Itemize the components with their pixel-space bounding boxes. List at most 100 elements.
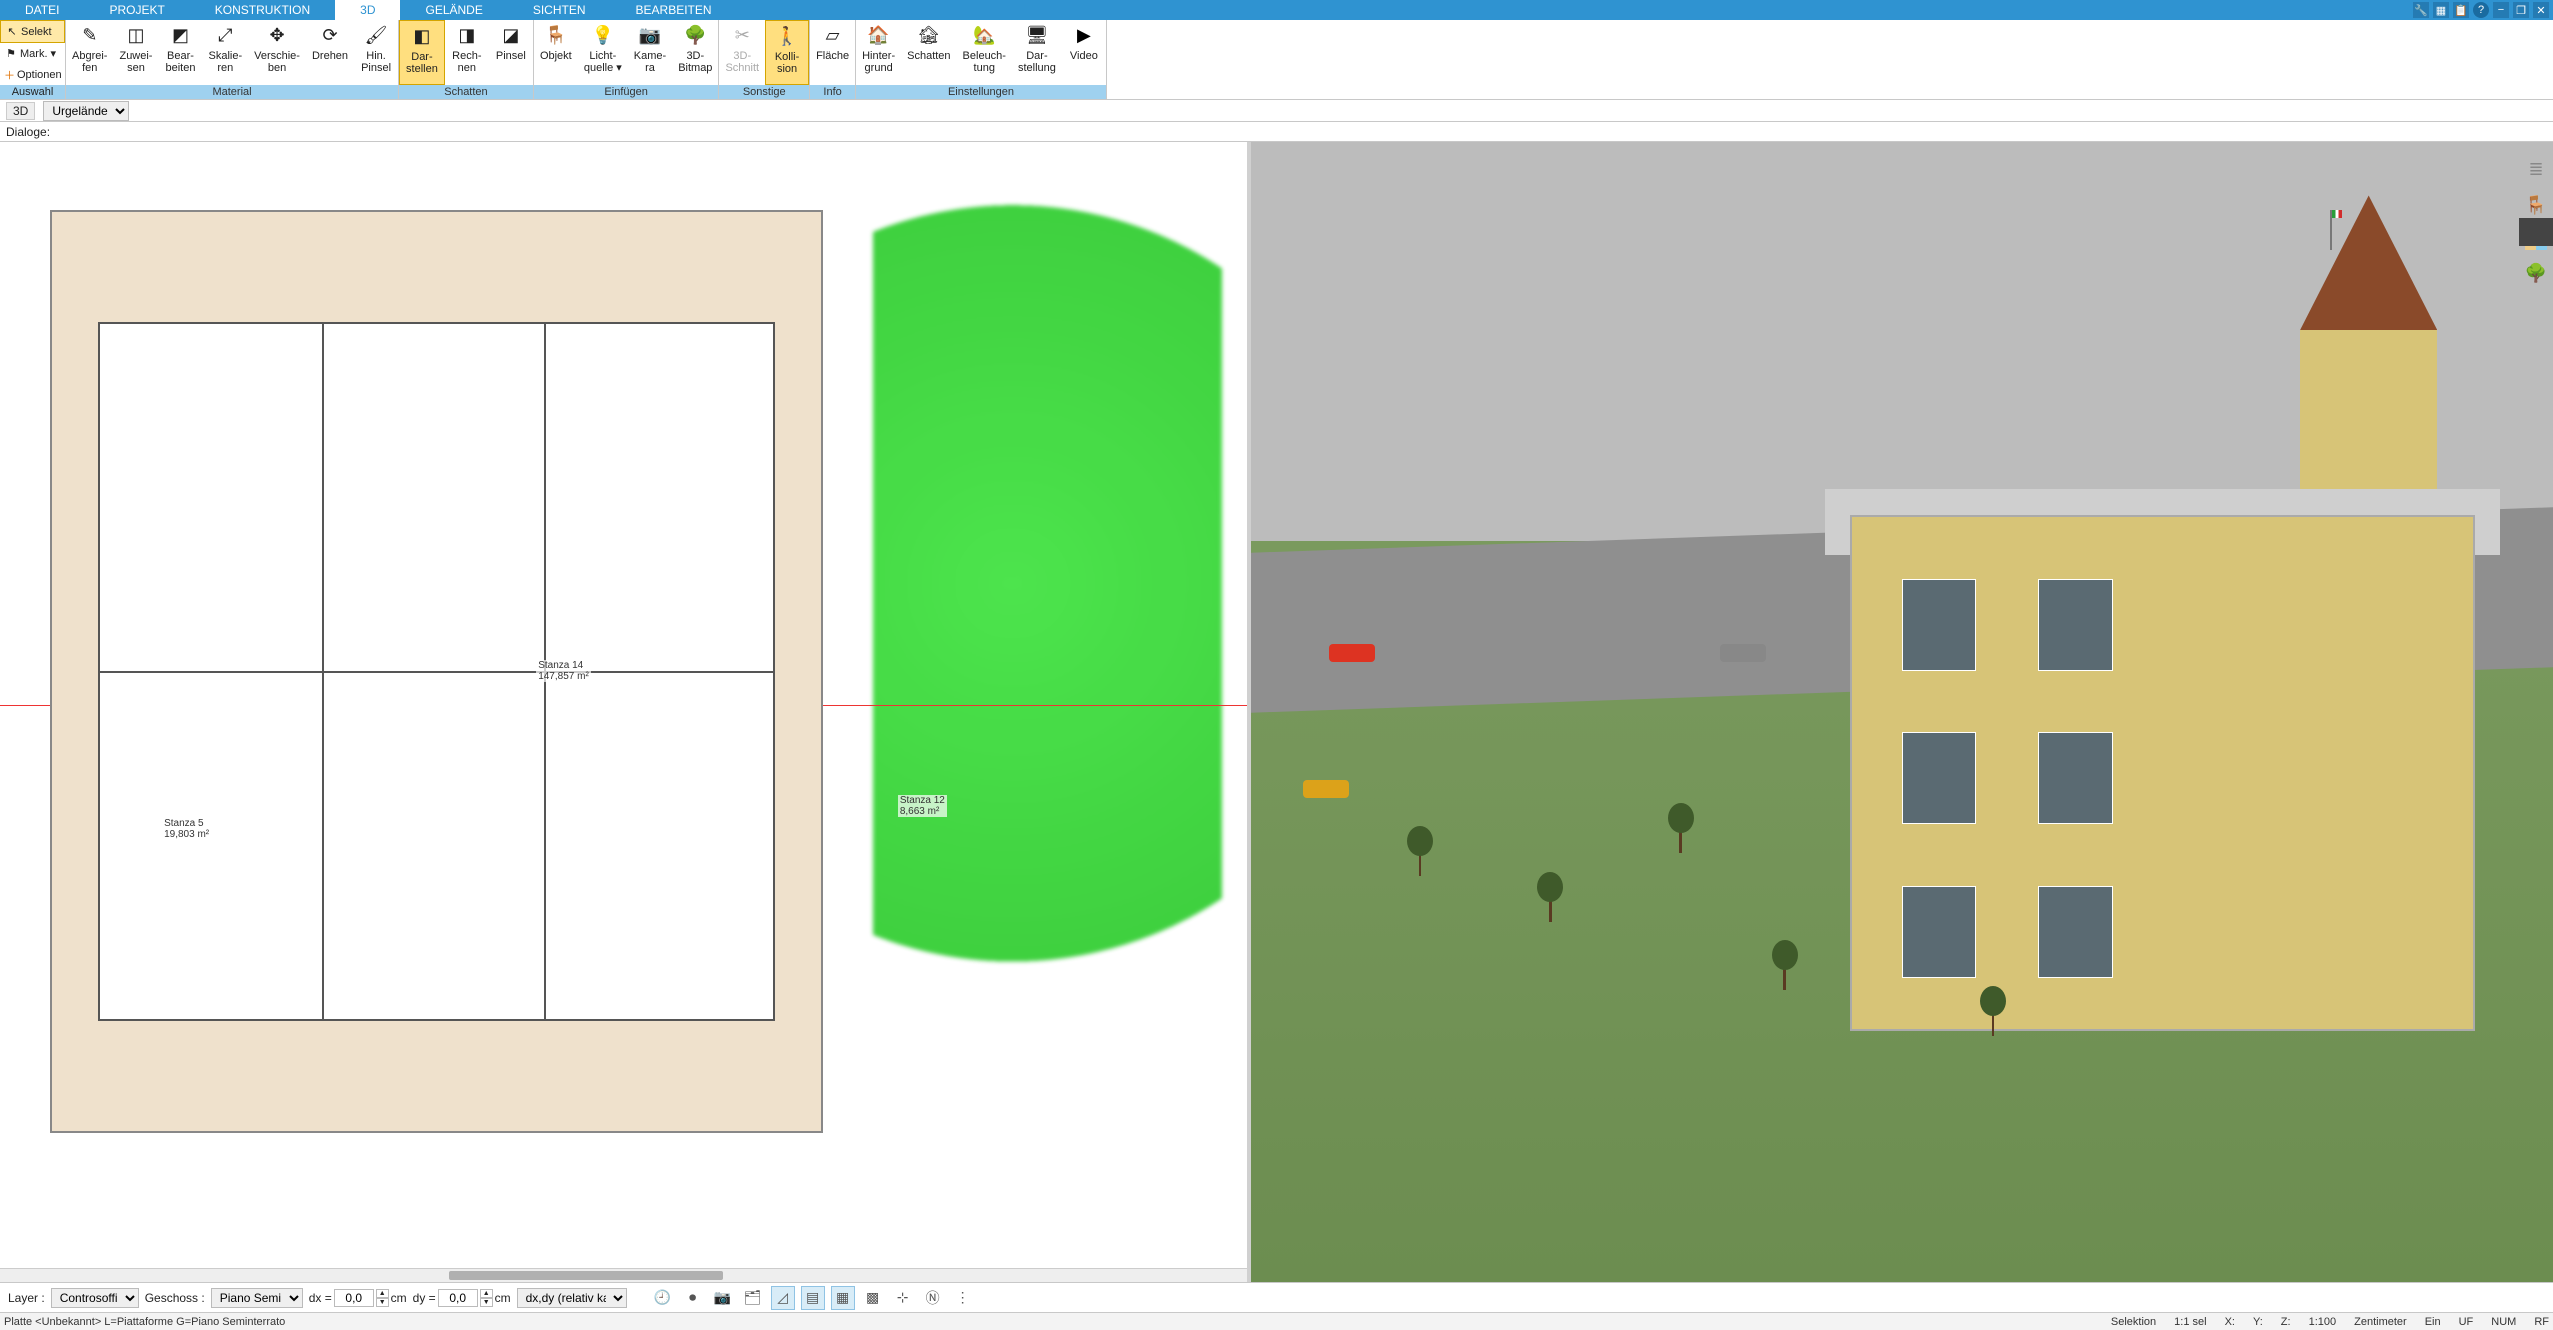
- north-icon[interactable]: Ⓝ: [921, 1286, 945, 1310]
- stack-icon[interactable]: 🗂: [741, 1286, 765, 1310]
- kollision-button[interactable]: 🚶Kolli-sion: [765, 20, 809, 85]
- dx-spin-up[interactable]: ▲: [376, 1289, 389, 1298]
- scale-icon: ⤢: [213, 24, 237, 48]
- flaeche-button[interactable]: ▱Fläche: [810, 20, 855, 85]
- menu-tab-bearbeiten[interactable]: BEARBEITEN: [611, 0, 737, 20]
- dy-spin-up[interactable]: ▲: [480, 1289, 493, 1298]
- schnitt-button[interactable]: ✂3D-Schnitt: [719, 20, 765, 85]
- record-icon[interactable]: ⏺: [681, 1286, 705, 1310]
- slope-icon[interactable]: ◿: [771, 1286, 795, 1310]
- rotate-icon: ⟳: [318, 24, 342, 48]
- grid3-icon[interactable]: ▩: [861, 1286, 885, 1310]
- floorplan-hscrollbar[interactable]: [0, 1268, 1247, 1282]
- darstellen-button[interactable]: ◧Dar-stellen: [399, 20, 445, 85]
- video-button[interactable]: ▶Video: [1062, 20, 1106, 85]
- rechnen-button[interactable]: ◨Rech-nen: [445, 20, 489, 85]
- move-icon: ✥: [265, 24, 289, 48]
- render-car-yellow: [1303, 780, 1349, 798]
- room-label-5: Stanza 5 19,803 m²: [162, 818, 211, 840]
- floorplan-pane[interactable]: Stanza 14 147,857 m² Stanza 5 19,803 m² …: [0, 142, 1251, 1282]
- render-window: [2038, 886, 2113, 978]
- terrain-select[interactable]: Urgelände: [43, 101, 129, 121]
- lichtquelle-button[interactable]: 💡Licht-quelle ▾: [578, 20, 628, 85]
- menu-tab-3d[interactable]: 3D: [335, 0, 400, 20]
- hinpinsel-button[interactable]: 🖌Hin.Pinsel: [354, 20, 398, 85]
- pinsel-button[interactable]: ◪Pinsel: [489, 20, 533, 85]
- ribbon-group-schatten: ◧Dar-stellen ◨Rech-nen ◪Pinsel Schatten: [399, 20, 534, 99]
- status-bar: Platte <Unbekannt> L=Piattaforme G=Piano…: [0, 1312, 2553, 1330]
- view-mode-chip[interactable]: 3D: [6, 102, 35, 120]
- menu-bar: DATEI PROJEKT KONSTRUKTION 3D GELÄNDE SI…: [0, 0, 2553, 20]
- render-flagpole: [2330, 210, 2332, 250]
- render-window: [1902, 579, 1977, 671]
- zuweisen-button[interactable]: ◫Zuwei-sen: [113, 20, 158, 85]
- hscroll-thumb[interactable]: [449, 1271, 723, 1280]
- ribbon-group-auswahl: ↖ Selekt ⚑ Mark. ▾ ＋ Optionen Auswahl: [0, 20, 66, 99]
- skalieren-button[interactable]: ⤢Skalie-ren: [202, 20, 248, 85]
- menu-icon[interactable]: ⋮: [951, 1286, 975, 1310]
- window-close-icon[interactable]: ✕: [2533, 2, 2549, 18]
- axes-icon[interactable]: ⊹: [891, 1286, 915, 1310]
- schatten-settings-button[interactable]: 🏚Schatten: [901, 20, 956, 85]
- plant-icon[interactable]: 🌳: [2523, 260, 2549, 286]
- drehen-button[interactable]: ⟳Drehen: [306, 20, 354, 85]
- mark-tool[interactable]: ⚑ Mark. ▾: [0, 43, 65, 64]
- geschoss-select[interactable]: Piano Semi: [211, 1288, 303, 1308]
- render-tree: [1980, 986, 2006, 1036]
- window-restore-icon[interactable]: ❐: [2513, 2, 2529, 18]
- options-tool[interactable]: ＋ Optionen: [0, 64, 65, 85]
- grid1-icon[interactable]: ▤: [801, 1286, 825, 1310]
- clock-icon[interactable]: 🕘: [651, 1286, 675, 1310]
- room-label-14: Stanza 14 147,857 m²: [536, 660, 591, 682]
- abgreifen-button[interactable]: ✎Abgrei-fen: [66, 20, 113, 85]
- dy-input[interactable]: [438, 1289, 478, 1307]
- house-light-icon: 🏡: [972, 24, 996, 48]
- coord-mode-select[interactable]: dx,dy (relativ ka: [517, 1288, 627, 1308]
- menu-tab-gelaende[interactable]: GELÄNDE: [400, 0, 507, 20]
- wrench-icon[interactable]: 🔧: [2413, 2, 2429, 18]
- play-icon: ▶: [1072, 24, 1096, 48]
- plan-building-outline: [50, 210, 823, 1133]
- group-label-sonstige: Sonstige: [719, 85, 809, 99]
- select-tool[interactable]: ↖ Selekt: [0, 20, 65, 43]
- window-minimize-icon[interactable]: −: [2493, 2, 2509, 18]
- bottom-toolbar: Layer : Controsoffi Geschoss : Piano Sem…: [0, 1282, 2553, 1312]
- furniture-icon[interactable]: 🪑: [2523, 192, 2549, 218]
- group-label-einfuegen: Einfügen: [534, 85, 719, 99]
- dy-spin-down[interactable]: ▼: [480, 1298, 493, 1307]
- clipboard-icon[interactable]: 📋: [2453, 2, 2469, 18]
- verschieben-button[interactable]: ✥Verschie-ben: [248, 20, 306, 85]
- render-car-grey: [1720, 644, 1766, 662]
- view-mode-bar: 3D Urgelände: [0, 100, 2553, 122]
- menu-tab-datei[interactable]: DATEI: [0, 0, 84, 20]
- render-window: [1902, 886, 1977, 978]
- floorplan-canvas[interactable]: Stanza 14 147,857 m² Stanza 5 19,803 m² …: [0, 142, 1247, 1268]
- grid2-icon[interactable]: ▦: [831, 1286, 855, 1310]
- camera-tool-icon[interactable]: 📷: [711, 1286, 735, 1310]
- help-icon[interactable]: ?: [2473, 2, 2489, 18]
- render-canvas[interactable]: [1251, 142, 2553, 1282]
- palette-drag-handle[interactable]: [2519, 218, 2553, 246]
- plus-icon: ＋: [4, 68, 15, 82]
- layers-icon[interactable]: ≣: [2523, 156, 2549, 182]
- ribbon-group-material: ✎Abgrei-fen ◫Zuwei-sen ◩Bear-beiten ⤢Ska…: [66, 20, 399, 99]
- render-pane[interactable]: ≣ 🪑 🌳: [1251, 142, 2553, 1282]
- dx-spin-down[interactable]: ▼: [376, 1298, 389, 1307]
- dx-input[interactable]: [334, 1289, 374, 1307]
- hintergrund-button[interactable]: 🏠Hinter-grund: [856, 20, 901, 85]
- layer-select[interactable]: Controsoffi: [51, 1288, 139, 1308]
- objekt-button[interactable]: 🪑Objekt: [534, 20, 578, 85]
- beleuchtung-button[interactable]: 🏡Beleuch-tung: [957, 20, 1012, 85]
- bearbeiten-button[interactable]: ◩Bear-beiten: [158, 20, 202, 85]
- kamera-button[interactable]: 📷Kame-ra: [628, 20, 672, 85]
- box-icon[interactable]: ▦: [2433, 2, 2449, 18]
- dialoge-bar: Dialoge:: [0, 122, 2553, 142]
- darstellung-button[interactable]: 🖥Dar-stellung: [1012, 20, 1062, 85]
- render-tree: [1668, 803, 1694, 853]
- cube-brush-icon: ◪: [499, 24, 523, 48]
- menu-tab-projekt[interactable]: PROJEKT: [84, 0, 189, 20]
- menu-tab-sichten[interactable]: SICHTEN: [508, 0, 611, 20]
- menu-tab-konstruktion[interactable]: KONSTRUKTION: [190, 0, 335, 20]
- plan-tree-canopy: [873, 187, 1222, 1178]
- bitmap-button[interactable]: 🌳3D-Bitmap: [672, 20, 718, 85]
